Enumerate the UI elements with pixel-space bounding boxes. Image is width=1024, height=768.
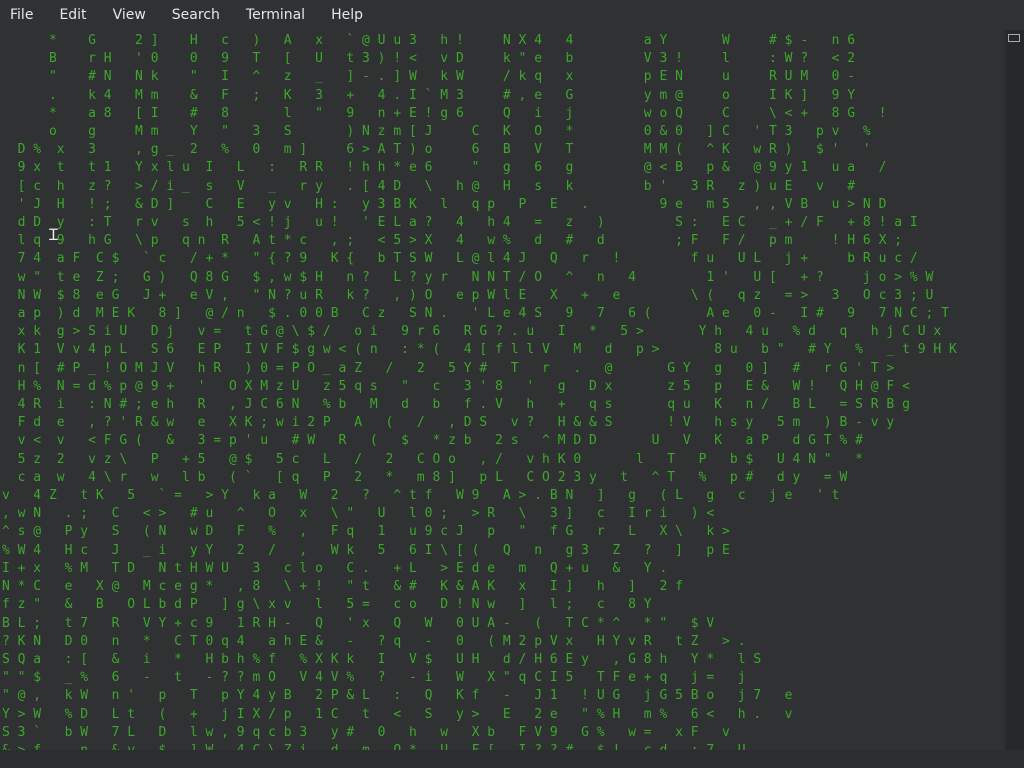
menu-file[interactable]: File [10,7,33,23]
terminal-line: " " $ _ % 6 - t - ? ? m O V 4 V % ? - i … [2,670,746,686]
terminal-line: o g M m Y " 3 S ) N z m [ J C K O * 0 & … [2,124,871,140]
terminal-line: " # N N k " I ^ z _ ] - . ] W k W / k q … [2,69,856,85]
menu-bar: File Edit View Search Terminal Help [0,0,1024,30]
terminal-line: d D y : T r v s h 5 < ! j u ! ' E L a ? … [2,215,918,231]
terminal-line: B L ; t 7 R V Y + c 9 1 R H - Q ' x Q W … [2,615,715,631]
terminal-line: ^ s @ P y S ( N w D F % , F q 1 u 9 c J … [2,524,730,540]
terminal-line: S Q a : [ & i * H b h % f % X K k I V $ … [2,651,762,667]
terminal-line: v < v < F G ( & 3 = p ' u # W R ( $ * z … [2,433,863,449]
terminal-line: ? K N D 0 n * C T 0 q 4 a h E & - ? q - … [2,633,746,649]
terminal-line: . k 4 M m & F ; K 3 + 4 . I ` M 3 # , e … [2,87,856,103]
scrollbar[interactable] [1006,30,1024,750]
terminal-output: * G 2 ] H c ) A x ` @ U u 3 h ! N X 4 4 … [2,32,1004,750]
terminal-line: F d e , ? ' R & w e X K ; w i 2 P A ( / … [2,415,895,431]
terminal-line: 9 x t t 1 Y x l u I L : R R ! h h * e 6 … [2,160,887,176]
terminal-line: * a 8 [ I # 8 l " 9 n + E ! g 6 Q i j w … [2,105,887,121]
terminal-line: 4 R i : N # ; e h R , J C 6 N % b M d b … [2,397,910,413]
menu-search[interactable]: Search [172,7,220,23]
terminal-line: N * C e X @ M c e g * , 8 \ + ! " t & # … [2,579,683,595]
menu-edit[interactable]: Edit [59,7,86,23]
terminal-line: 5 z 2 v z \ P + 5 @ $ 5 c L / 2 C O o , … [2,451,863,467]
terminal-line: x k g > S i U D j v = t G @ \ $ / o i 9 … [2,324,942,340]
terminal-line: Y > W % D L t ( + j I X / p 1 C t < S y … [2,706,793,722]
terminal-line: I + x % M T D N t H W U 3 c l o C . + L … [2,560,668,576]
terminal-line: S 3 ` b W 7 L D l w , 9 q c b 3 y # 0 h … [2,724,730,740]
terminal-line: D % x 3 , g _ 2 % 0 m ] 6 > A T ) o 6 B … [2,142,871,158]
terminal-window: * G 2 ] H c ) A x ` @ U u 3 h ! N X 4 4 … [0,30,1024,768]
terminal-line: ' J H ! ; & D ] C E y v H : y 3 B K l q … [2,196,887,212]
terminal-line: H % N = d % p @ 9 + ' O X M z U z 5 q s … [2,378,910,394]
terminal-line: , w N . ; C < > # u ^ O x \ " U l 0 ; > … [2,506,715,522]
terminal-line: f z " & B O L b d P ] g \ x v l 5 = c o … [2,597,652,613]
menu-terminal[interactable]: Terminal [246,7,305,23]
terminal-line: & > f . n & v $ ] W _ 4 C \ Z i d m O * … [2,742,1004,750]
scrollbar-thumb[interactable] [1008,34,1020,42]
terminal-line: l q 9 h G \ p q n R A t * c , ; < 5 > X … [2,233,903,249]
terminal-line: w " t e Z ; G ) Q 8 G $ , w $ H n ? L ? … [2,269,934,285]
terminal-view[interactable]: * G 2 ] H c ) A x ` @ U u 3 h ! N X 4 4 … [0,30,1004,750]
terminal-line: 7 4 a F C $ ` c / + * " { ? 9 K { b T S … [2,251,918,267]
terminal-line: * G 2 ] H c ) A x ` @ U u 3 h ! N X 4 4 … [2,33,856,48]
terminal-line: B r H ' 0 0 9 T [ U t 3 ) ! < v D k " e … [2,51,856,67]
terminal-line: v 4 Z t K 5 ` = > Y k a W 2 ? ^ t f W 9 … [2,488,840,504]
menu-help[interactable]: Help [331,7,363,23]
terminal-line: [ c h z ? > / i _ s V _ r y . [ 4 D \ h … [2,178,856,194]
terminal-line: c a w 4 \ r w l b ( ` [ q P 2 * m 8 ] p … [2,469,848,485]
terminal-line: " @ , k W n ' p T p Y 4 y B 2 P & L : Q … [2,688,793,704]
terminal-line: % W 4 H c J _ i y Y 2 / , W k 5 6 I \ [ … [2,542,730,558]
terminal-line: n [ # P _ ! O M J V h R ) 0 = P O _ a Z … [2,360,895,376]
terminal-line: K 1 V v 4 p L S 6 E P I V F $ g w < ( n … [2,342,957,358]
terminal-line: a p ) d M E K 8 ] @ / n $ . 0 0 B C z S … [2,306,950,322]
menu-view[interactable]: View [113,7,146,23]
terminal-line: N W $ 8 e G J + e V , " N ? u R k ? , ) … [2,287,934,303]
